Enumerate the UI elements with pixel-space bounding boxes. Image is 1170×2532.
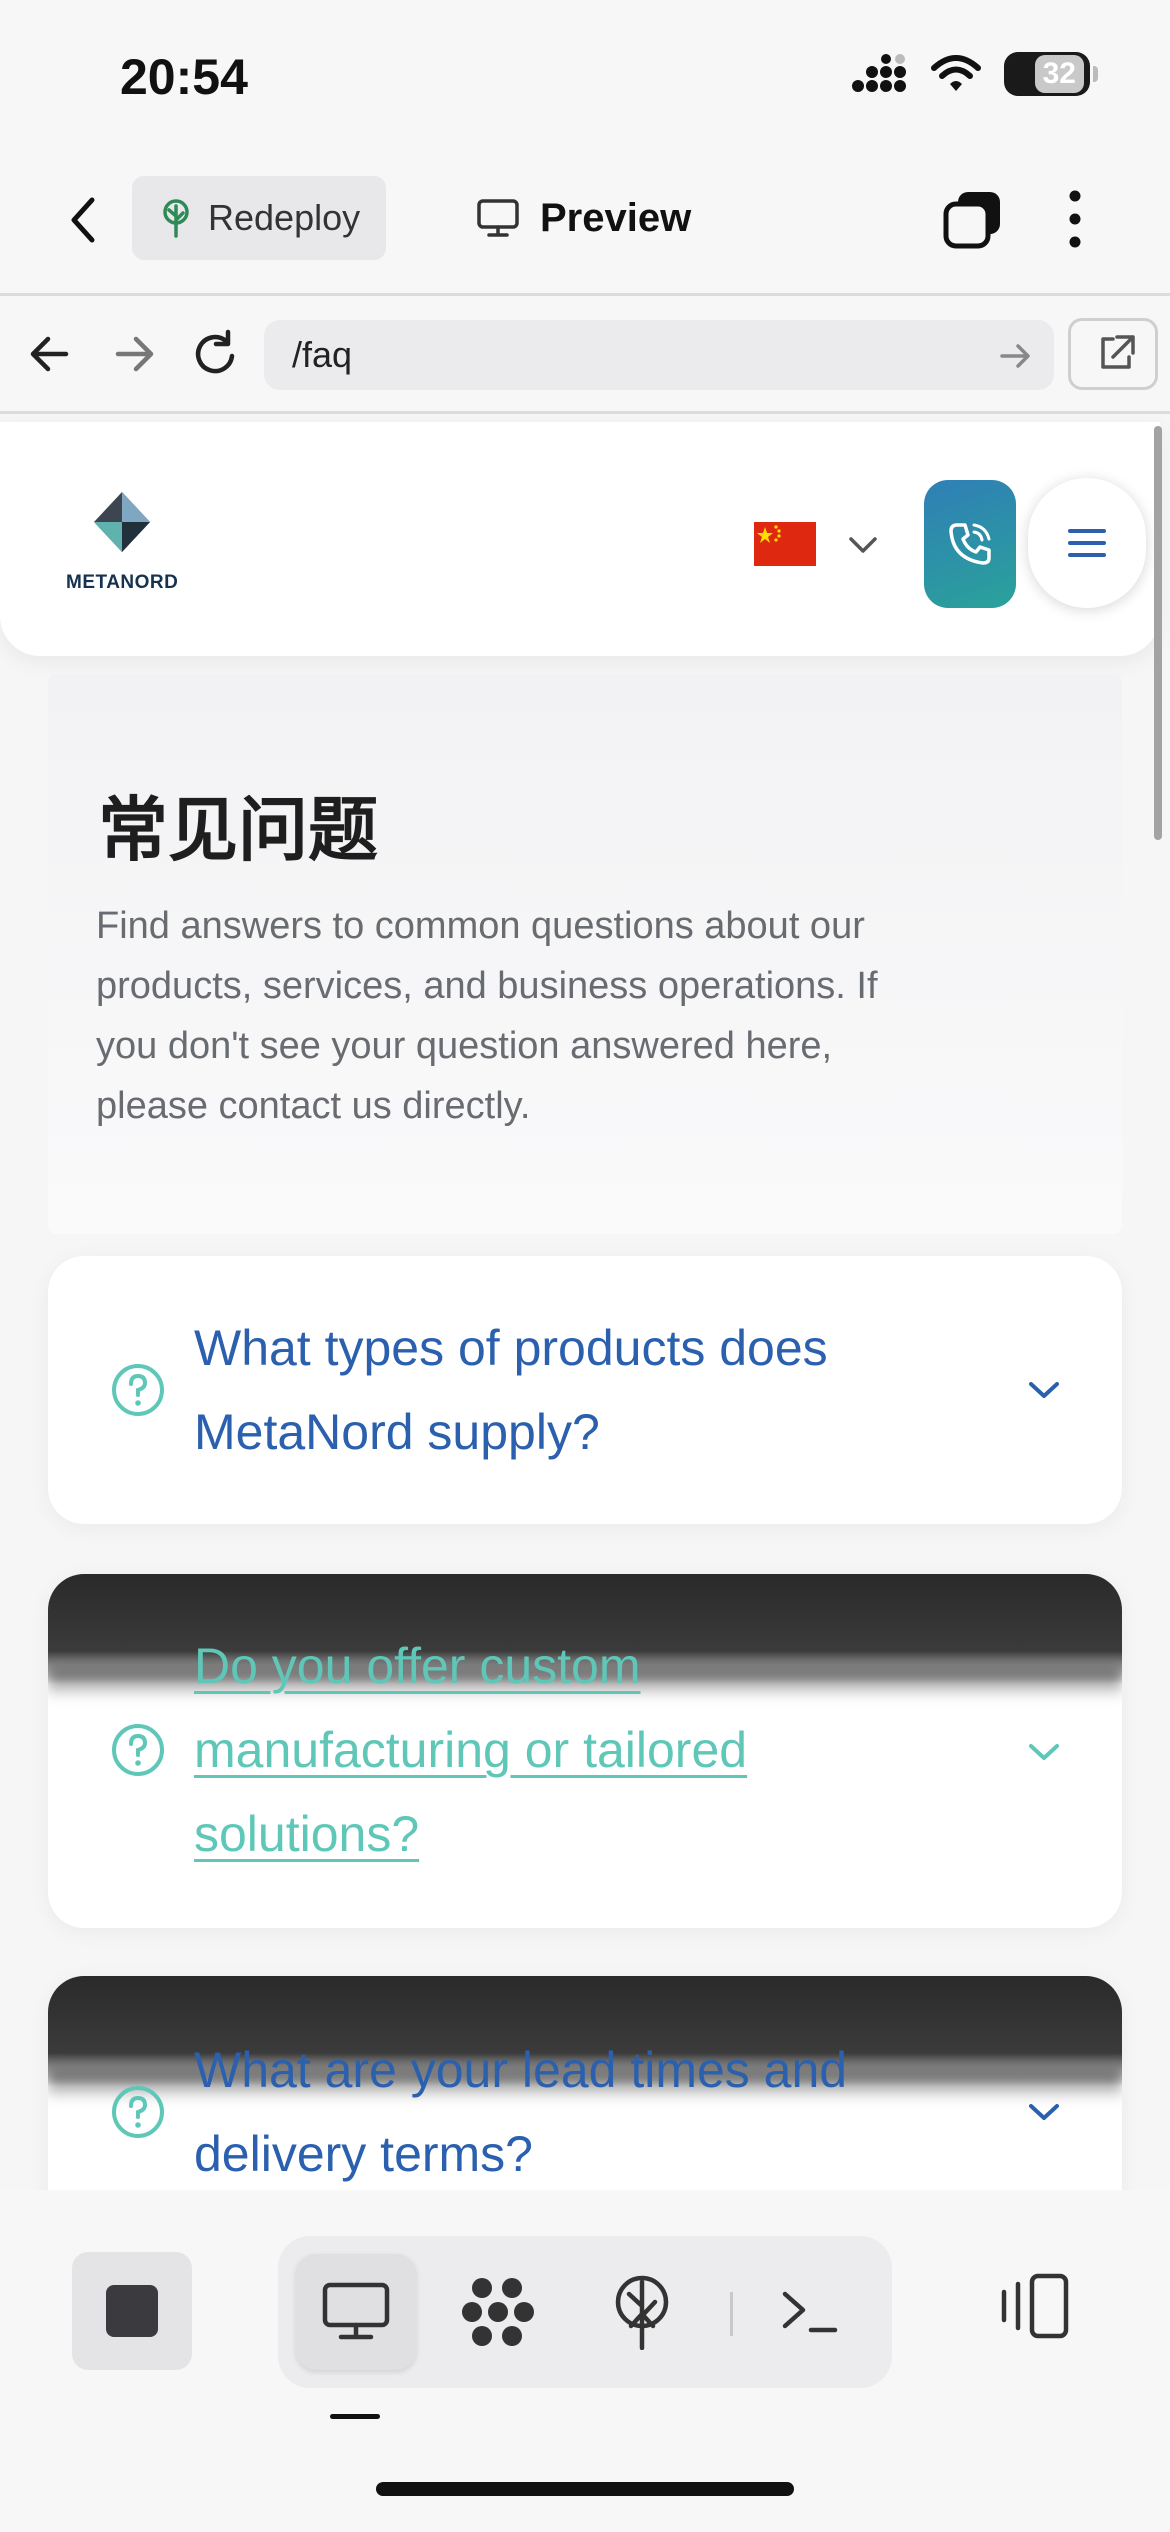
wifi-icon — [931, 55, 981, 91]
bottom-toolbar — [0, 2190, 1170, 2532]
arrow-left-icon[interactable] — [22, 326, 78, 382]
chevron-down-icon[interactable] — [1026, 1378, 1062, 1402]
scrollbar[interactable] — [1154, 426, 1162, 840]
site-header: METANORD — [0, 422, 1160, 656]
active-tab-indicator — [330, 2414, 380, 2419]
faq-question[interactable]: What types of products does MetaNord sup… — [194, 1306, 974, 1474]
faq-question[interactable]: Do you offer custom manufacturing or tai… — [194, 1624, 914, 1876]
external-link-icon — [1101, 335, 1135, 369]
web-viewport[interactable]: METANORD 常见问题 Find answers to common que… — [0, 414, 1170, 2190]
cluster-icon — [462, 2278, 534, 2346]
url-text: /faq — [292, 334, 353, 375]
tabs-icon[interactable] — [940, 186, 1006, 252]
chevron-down-icon[interactable] — [846, 530, 880, 560]
preview-label: Preview — [540, 195, 692, 240]
preview-tab[interactable]: Preview — [476, 176, 691, 260]
logo-text: METANORD — [66, 572, 179, 593]
metanord-logo[interactable] — [66, 492, 178, 582]
phone-icon — [949, 523, 991, 565]
status-icons: 32 — [850, 52, 1098, 96]
reload-icon[interactable] — [188, 326, 244, 382]
question-circle-icon — [112, 1724, 164, 1776]
design-view-button[interactable] — [438, 2254, 558, 2370]
faq-item[interactable]: Do you offer custom manufacturing or tai… — [48, 1574, 1122, 1928]
side-panel-icon[interactable] — [996, 2266, 1074, 2348]
tree-icon — [615, 2275, 669, 2350]
redeploy-button[interactable]: Redeploy — [132, 176, 386, 260]
menu-button[interactable] — [1028, 478, 1146, 608]
browser-bar: /faq — [0, 296, 1170, 414]
hamburger-icon — [1068, 529, 1106, 557]
url-go-arrow-icon[interactable] — [996, 336, 1036, 376]
stop-icon — [106, 2285, 158, 2337]
app-toolbar: Redeploy Preview — [0, 150, 1170, 296]
toolbar-divider — [730, 2292, 733, 2336]
faq-item[interactable]: What types of products does MetaNord sup… — [48, 1256, 1122, 1524]
arrow-right-icon[interactable] — [106, 326, 162, 382]
faq-hero: 常见问题 Find answers to common questions ab… — [48, 674, 1122, 1234]
china-flag-icon[interactable] — [754, 522, 816, 566]
page-title: 常见问题 — [98, 791, 378, 869]
terminal-icon — [782, 2291, 838, 2333]
status-time: 20:54 — [120, 49, 248, 105]
battery-level: 32 — [1034, 55, 1084, 93]
redeploy-label: Redeploy — [208, 197, 361, 238]
more-vertical-icon[interactable] — [1060, 186, 1090, 252]
question-circle-icon — [112, 1364, 164, 1416]
status-bar: 20:54 32 — [0, 0, 1170, 150]
monitor-icon — [322, 2282, 390, 2340]
preview-view-button[interactable] — [296, 2254, 416, 2370]
chevron-left-icon[interactable] — [60, 190, 110, 250]
stop-button[interactable] — [72, 2252, 192, 2370]
url-field[interactable]: /faq — [264, 320, 1054, 390]
faq-question[interactable]: What are your lead times and delivery te… — [194, 2028, 974, 2190]
home-indicator — [376, 2482, 794, 2496]
call-button[interactable] — [924, 480, 1016, 608]
deploy-view-button[interactable] — [582, 2254, 702, 2370]
open-external-button[interactable] — [1068, 318, 1158, 390]
battery-indicator: 32 — [1004, 52, 1098, 96]
monitor-icon — [477, 199, 519, 237]
chevron-down-icon[interactable] — [1026, 2100, 1062, 2124]
faq-item[interactable]: What are your lead times and delivery te… — [48, 1976, 1122, 2190]
view-tool-group — [278, 2236, 892, 2388]
chevron-down-icon[interactable] — [1026, 1740, 1062, 1764]
question-circle-icon — [112, 2086, 164, 2138]
cellular-signal-icon — [852, 54, 906, 92]
terminal-view-button[interactable] — [750, 2254, 870, 2370]
page-intro: Find answers to common questions about o… — [96, 905, 878, 1127]
tree-icon — [163, 199, 189, 238]
